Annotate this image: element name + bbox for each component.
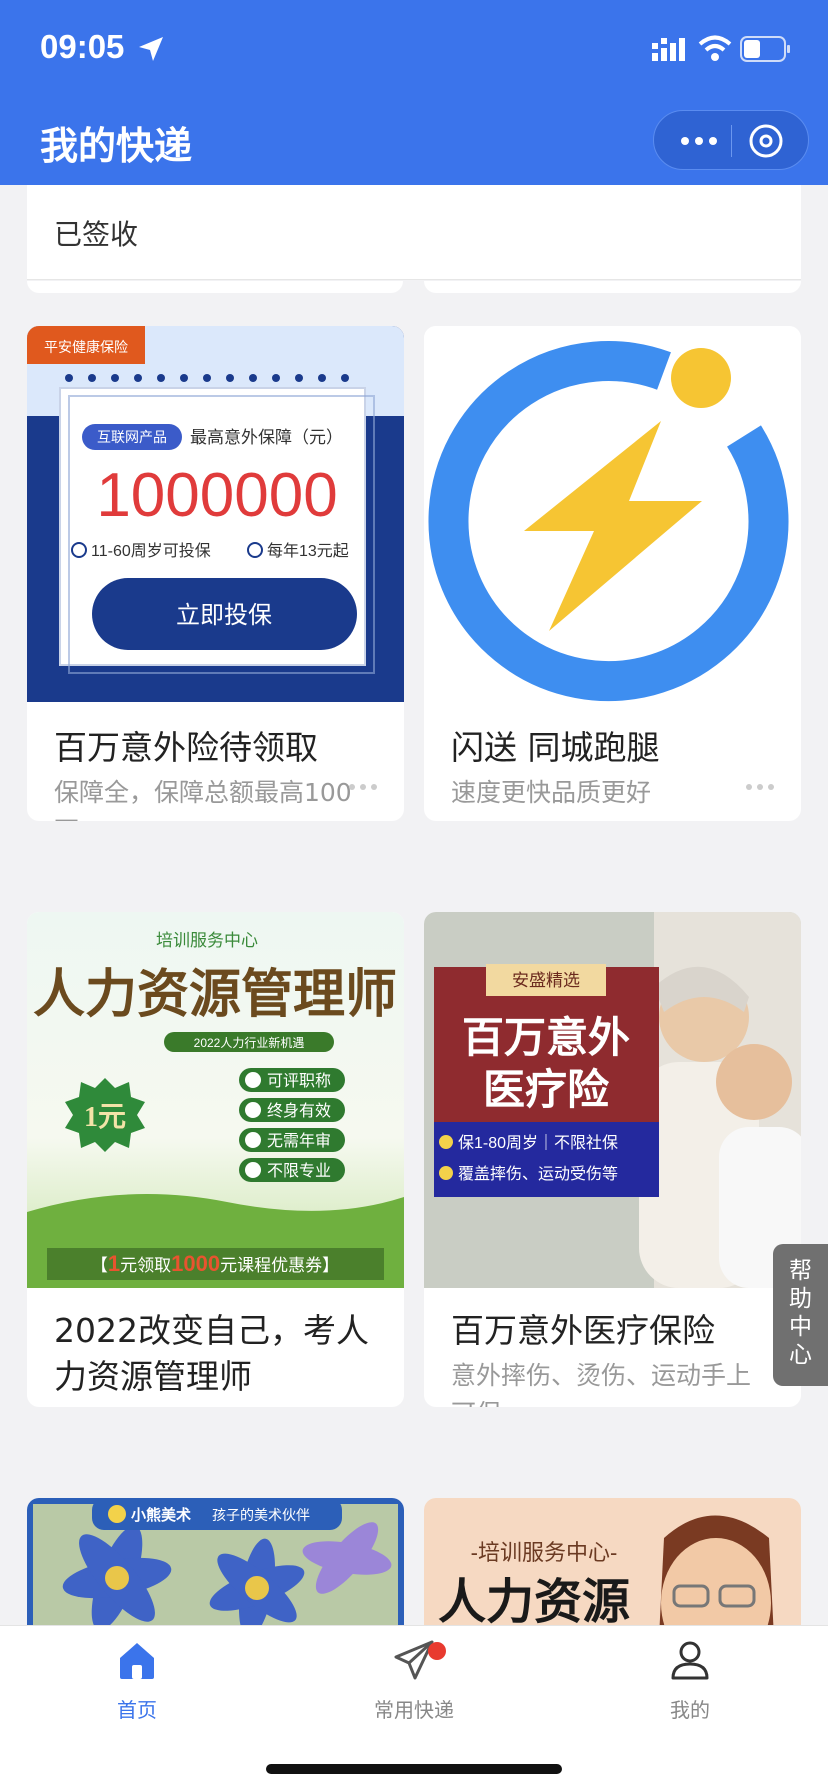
product-card-medical-insurance[interactable]: 安盛精选 百万意外 医疗险 保1-80周岁｜不限社保 覆盖摔伤、运动受伤等 百万… [424,912,801,1407]
help-center-label: 帮助中心 [789,1258,812,1368]
insure-now-button: 立即投保 [176,602,272,629]
hr-course-2-headline: 人力资源 [438,1576,630,1625]
art-brand-slogan: 孩子的美术伙伴 [212,1507,310,1523]
hr-check-1: 可评职称 [267,1072,331,1090]
wifi-icon [698,35,732,61]
product-card-art-class[interactable]: 小熊美术 孩子的美术伙伴 [27,1498,404,1625]
product-card-hr-course-2[interactable]: -培训服务中心- 人力资源 [424,1498,801,1625]
medical-headline-1: 百万意外 [462,1014,630,1061]
notification-badge [428,1642,446,1660]
insurance-label: 最高意外保障（元） [190,428,343,447]
tab-frequent-express[interactable]: 常用快递 [344,1638,484,1748]
bottom-tab-bar: 首页 常用快递 我的 [0,1625,828,1792]
insurance-feature-age: 11-60周岁可投保 [91,542,211,560]
hr-check-2: 终身有效 [267,1102,331,1120]
insurance-promo-image: 平安健康保险 互联网产品 最高意外保障（元） 1000000 11-60周岁可投… [27,326,404,702]
art-class-promo-image: 小熊美术 孩子的美术伙伴 [27,1498,404,1625]
tab-mine-label: 我的 [670,1698,710,1722]
medical-point-2: 覆盖摔伤、运动受伤等 [458,1165,618,1183]
card-title: 百万意外险待领取 [54,728,318,767]
hr-course-ribbon: 2022人力行业新机遇 [194,1035,305,1050]
tab-frequent-express-label: 常用快递 [374,1698,454,1722]
anshang-tag: 安盛精选 [512,971,580,990]
hr-check-3: 无需年审 [267,1132,331,1150]
card-subtitle: 速度更快品质更好 [451,778,652,807]
hr-course-2-promo-image: -培训服务中心- 人力资源 [424,1498,801,1625]
help-center-tab[interactable]: 帮助中心 [773,1244,828,1386]
card-subtitle: 意外摔伤、烫伤、运动手上可保 [451,1361,752,1407]
internet-product-pill: 互联网产品 [97,429,167,445]
prev-card-bottom-left [27,281,403,293]
medical-insurance-promo-image: 安盛精选 百万意外 医疗险 保1-80周岁｜不限社保 覆盖摔伤、运动受伤等 [424,912,801,1288]
signal-icon [652,38,685,61]
medical-headline-2: 医疗险 [483,1066,610,1113]
training-center-label: 培训服务中心 [156,931,258,950]
mini-program-capsule [653,110,809,170]
tab-home[interactable]: 首页 [67,1638,207,1748]
product-card-hr-course[interactable]: 培训服务中心 人力资源管理师 2022人力行业新机遇 1元 可评职称 终身有效 … [27,912,404,1407]
card-price: ¥1 [54,1402,91,1407]
content-scroll[interactable]: 已签收 平安健康保险 互联网产品 最高意外保障（元） 1000000 11-60… [0,185,828,1625]
more-icon[interactable] [674,127,724,155]
one-yuan-badge: 1元 [84,1102,126,1133]
product-card-shansong[interactable]: 闪送 同城跑腿 速度更快品质更好 [424,326,801,821]
more-dots-icon[interactable] [348,783,378,791]
medical-point-1: 保1-80周岁｜不限社保 [458,1134,618,1152]
card-title: 百万意外医疗保险 [451,1311,715,1350]
prev-card-bottom-right [424,281,801,293]
shansong-logo-image [424,326,801,702]
insurance-feature-price: 每年13元起 [267,542,349,560]
card-subtitle: 保障全，保障总额最高100万 [54,778,352,821]
app-header: 09:05 我的快递 [0,0,828,185]
art-brand-tag: 小熊美术 [131,1506,191,1524]
tracking-status-text: 已签收 [54,218,139,251]
location-arrow-icon [139,37,163,61]
battery-icon [740,36,790,62]
hr-course-promo-image: 培训服务中心 人力资源管理师 2022人力行业新机遇 1元 可评职称 终身有效 … [27,912,404,1288]
more-dots-icon[interactable] [745,783,775,791]
hr-course-headline: 人力资源管理师 [33,966,397,1024]
training-center-label-2: -培训服务中心- [471,1540,618,1565]
product-card-accident-insurance[interactable]: 平安健康保险 互联网产品 最高意外保障（元） 1000000 11-60周岁可投… [27,326,404,821]
tab-home-label: 首页 [117,1698,157,1722]
card-title: 2022改变自己，考人力资源管理师 [54,1311,369,1396]
tab-mine[interactable]: 我的 [620,1638,760,1748]
capsule-divider [731,125,732,157]
insurance-brand-tag: 平安健康保险 [44,339,128,355]
status-time: 09:05 [40,28,125,65]
insurance-amount: 1000000 [96,461,337,530]
tracking-status-row[interactable]: 已签收 [27,185,801,280]
hr-check-4: 不限专业 [267,1162,331,1180]
close-icon[interactable] [748,123,784,159]
page-title: 我的快递 [40,124,193,168]
home-indicator [266,1764,562,1774]
home-icon [120,1643,154,1679]
user-icon [671,1641,709,1680]
card-title: 闪送 同城跑腿 [451,728,660,767]
